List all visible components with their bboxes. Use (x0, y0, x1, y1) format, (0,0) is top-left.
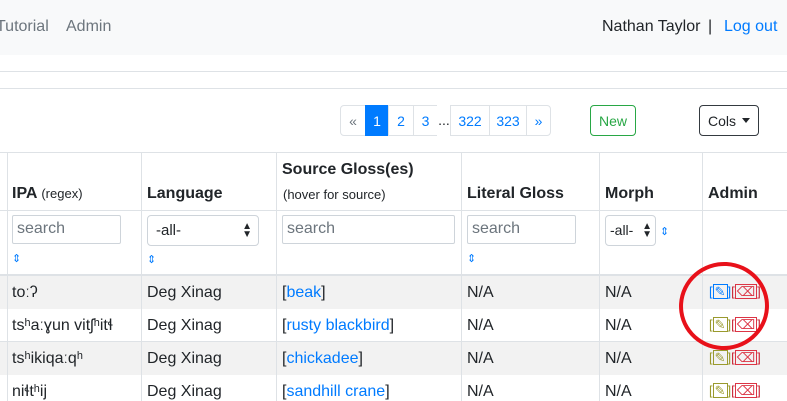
cols-label: Cols (707, 112, 736, 129)
pagination-page-1[interactable]: 1 (365, 105, 389, 136)
language-filter-select[interactable]: -all- ▲ ▼ (147, 215, 259, 246)
gloss-link[interactable]: sandhill crane (286, 383, 385, 400)
delete-icon[interactable]: ⌫ (734, 350, 758, 365)
morph-cell: N/A (605, 317, 632, 334)
gloss-link[interactable]: rusty blackbird (286, 317, 389, 334)
morph-filter-select[interactable]: -all- ▲ ▼ (605, 215, 656, 246)
literal-gloss-cell: N/A (467, 383, 494, 400)
pagination: « 1 2 3 ... 322 323 » (340, 105, 551, 136)
admin-actions: [✎][⌫] (709, 350, 761, 365)
top-navbar: Tutorial Admin Nathan Taylor | Log out (0, 0, 787, 55)
sort-icon[interactable]: ⇕ (660, 225, 669, 238)
language-cell: Deg Xinag (147, 284, 222, 301)
language-cell: Deg Xinag (147, 350, 222, 367)
ipa-cell: toːʔ (12, 284, 38, 301)
ipa-cell: tsʰikiqaːqʰ (12, 350, 83, 367)
language-cell: Deg Xinag (147, 317, 222, 334)
morph-filter-value: -all- (610, 222, 634, 238)
gloss-cell: [beak] (282, 284, 326, 301)
logout-link[interactable]: Log out (724, 18, 777, 36)
table-row-stripe (0, 342, 787, 375)
morph-cell: N/A (605, 350, 632, 367)
pagination-page-2[interactable]: 2 (388, 105, 414, 136)
table-border (276, 152, 277, 401)
pagination-page-323[interactable]: 323 (489, 105, 527, 136)
literal-gloss-cell: N/A (467, 284, 494, 301)
pagination-page-322[interactable]: 322 (450, 105, 490, 136)
language-cell: Deg Xinag (147, 383, 222, 400)
morph-cell: N/A (605, 383, 632, 400)
sort-icon[interactable]: ⇕ (147, 253, 156, 266)
language-filter-value: -all- (156, 222, 181, 239)
delete-icon[interactable]: ⌫ (734, 383, 758, 398)
table-border (141, 152, 142, 401)
new-button[interactable]: New (590, 105, 636, 136)
gloss-cell: [sandhill crane] (282, 383, 390, 400)
gloss-cell: [chickadee] (282, 350, 363, 367)
morph-cell: N/A (605, 284, 632, 301)
column-header-ipa[interactable]: IPA (regex) (12, 185, 83, 203)
sort-icon[interactable]: ⇕ (467, 252, 476, 265)
gloss-cell: [rusty blackbird] (282, 317, 395, 334)
ipa-search-input[interactable]: search (12, 215, 121, 244)
gloss-link[interactable]: beak (286, 284, 321, 301)
table-border (599, 152, 600, 401)
column-header-note: (hover for source) (283, 187, 386, 202)
table-border (461, 152, 462, 401)
literal-gloss-search-input[interactable]: search (467, 215, 576, 244)
column-header-language[interactable]: Language (147, 185, 223, 203)
table-border (0, 152, 787, 153)
nav-link-admin[interactable]: Admin (66, 18, 111, 36)
select-arrows-icon: ▲ ▼ (242, 221, 252, 240)
edit-icon[interactable]: ✎ (712, 383, 728, 398)
gloss-link[interactable]: chickadee (286, 350, 358, 367)
table-border (7, 152, 8, 401)
pagination-page-3[interactable]: 3 (413, 105, 438, 136)
column-header-source-gloss[interactable]: Source Gloss(es) (282, 161, 414, 179)
admin-actions: [✎][⌫] (709, 383, 761, 398)
divider (0, 88, 787, 89)
cols-dropdown-button[interactable]: Cols (699, 105, 759, 136)
table-border (0, 210, 787, 211)
pagination-prev[interactable]: « (340, 105, 366, 136)
table-row-stripe (0, 276, 787, 309)
pagination-next[interactable]: » (526, 105, 551, 136)
literal-gloss-cell: N/A (467, 317, 494, 334)
sort-icon[interactable]: ⇕ (12, 252, 21, 265)
pagination-ellipsis: ... (437, 105, 451, 136)
column-header-admin: Admin (708, 185, 758, 202)
gloss-search-input[interactable]: search (282, 215, 455, 244)
divider (0, 71, 787, 72)
literal-gloss-cell: N/A (467, 350, 494, 367)
column-header-literal-gloss[interactable]: Literal Gloss (467, 185, 564, 203)
edit-icon[interactable]: ✎ (712, 350, 728, 365)
nav-link-tutorial[interactable]: Tutorial (0, 18, 49, 36)
column-header-morph[interactable]: Morph (605, 185, 654, 203)
select-arrows-icon: ▲ ▼ (642, 221, 652, 240)
caret-down-icon (742, 118, 750, 123)
ipa-cell: niɬtʰij (12, 383, 47, 400)
user-name: Nathan Taylor (602, 18, 701, 35)
ipa-cell: tsʰaːɣun vitʃʰitɬ (12, 317, 113, 334)
column-header-note: (regex) (41, 186, 83, 201)
nav-separator: | (708, 18, 713, 35)
